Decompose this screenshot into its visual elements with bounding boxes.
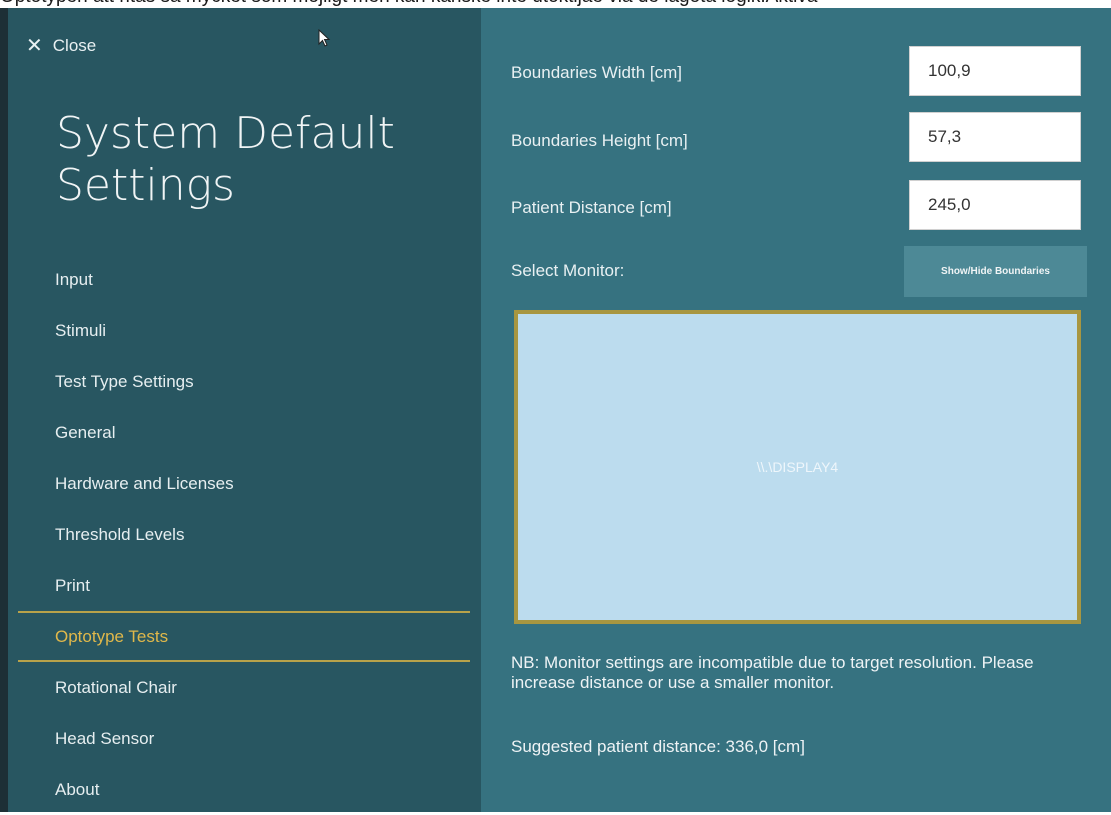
nav-item-head-sensor[interactable]: Head Sensor [8,713,481,764]
monitor-name: \\.\DISPLAY4 [756,459,839,475]
nav-item-hardware-and-licenses[interactable]: Hardware and Licenses [8,458,481,509]
close-icon: ✕ [26,35,43,57]
patient-distance-input[interactable] [909,180,1081,230]
page-title: System Default Settings [56,108,395,211]
nav-item-print[interactable]: Print [8,560,481,611]
mouse-cursor-icon [318,29,331,47]
top-caption-text: Optotypen att ritas så mycket som möjlig… [0,0,1111,8]
close-label: Close [52,36,97,55]
boundaries-width-input[interactable] [909,46,1081,96]
monitor-preview[interactable]: \\.\DISPLAY4 [514,310,1081,624]
boundaries-height-input[interactable] [909,112,1081,162]
nav-item-stimuli[interactable]: Stimuli [8,305,481,356]
window-edge [0,8,8,812]
patient-distance-label: Patient Distance [cm] [511,198,672,217]
nav-item-about[interactable]: About [8,764,481,815]
nav-item-optotype-tests[interactable]: Optotype Tests [18,611,470,662]
nav-item-input[interactable]: Input [8,254,481,305]
nav-item-general[interactable]: General [8,407,481,458]
boundaries-height-label: Boundaries Height [cm] [511,131,688,150]
close-button[interactable]: ✕ Close [26,26,96,66]
select-monitor-label: Select Monitor: [511,261,625,280]
monitor-warning-text: NB: Monitor settings are incompatible du… [511,653,1034,692]
nav-item-test-type-settings[interactable]: Test Type Settings [8,356,481,407]
show-hide-boundaries-button[interactable]: Show/Hide Boundaries [904,246,1087,297]
nav-item-threshold-levels[interactable]: Threshold Levels [8,509,481,560]
settings-nav: Input Stimuli Test Type Settings General… [8,254,481,815]
suggested-distance-text: Suggested patient distance: 336,0 [cm] [511,737,805,756]
boundaries-width-label: Boundaries Width [cm] [511,63,683,82]
nav-item-rotational-chair[interactable]: Rotational Chair [8,662,481,713]
